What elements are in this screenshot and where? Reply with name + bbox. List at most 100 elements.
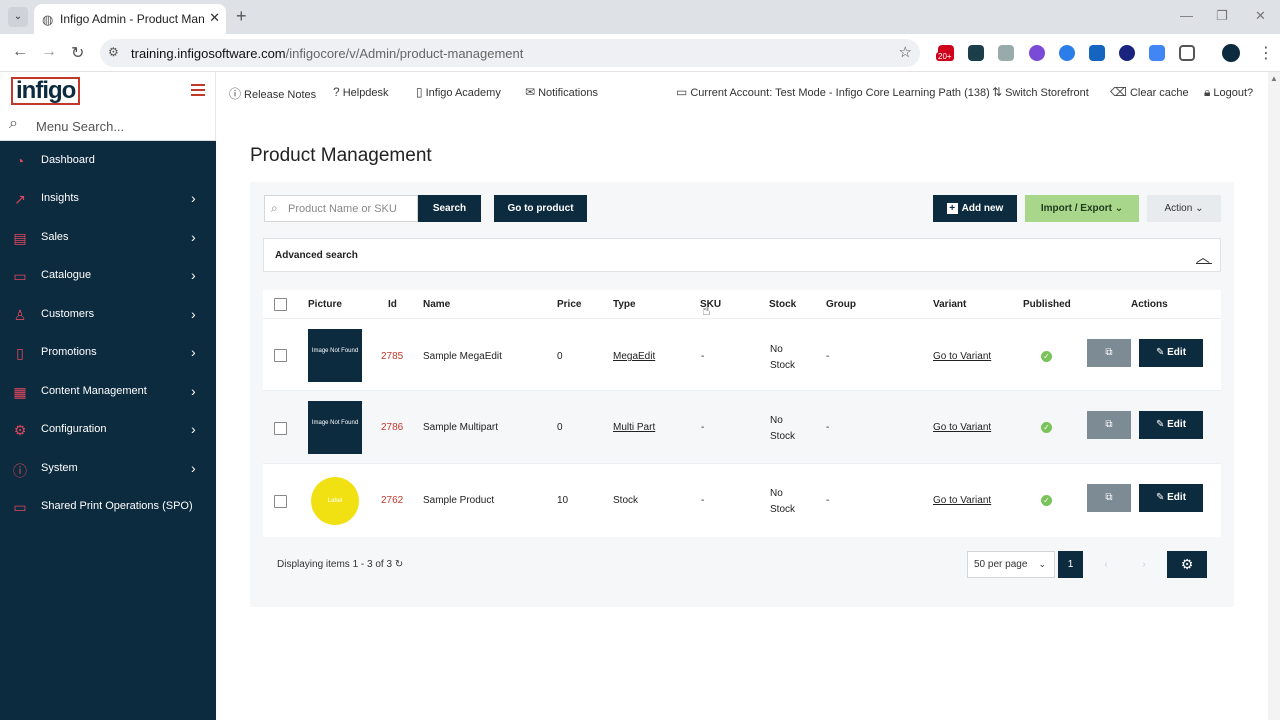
address-bar[interactable]: ⚙ training.infigosoftware.com/infigocore… — [100, 39, 920, 67]
external-link-button[interactable]: ⧉ — [1087, 411, 1131, 439]
logout-link[interactable]: 🔒︎ Logout? — [1204, 85, 1253, 100]
extension-icon[interactable] — [1029, 45, 1045, 61]
header-stock[interactable]: Stock — [769, 299, 796, 310]
product-sku: - — [701, 351, 705, 362]
sidebar-item-spo[interactable]: ▭ Shared Print Operations (SPO) — [0, 490, 216, 526]
product-thumbnail[interactable]: Image Not Found — [308, 401, 362, 454]
select-all-checkbox[interactable] — [274, 298, 287, 311]
sidebar-item-content-management[interactable]: ▦ Content Management › — [0, 375, 216, 411]
action-button[interactable]: Action ⌄ — [1147, 195, 1221, 222]
sidebar-item-dashboard[interactable]: ◔ Dashboard — [0, 144, 216, 180]
academy-link[interactable]: ▯ Infigo Academy — [416, 85, 501, 99]
current-account[interactable]: ▭ Current Account: Test Mode - Infigo Cor… — [676, 85, 990, 99]
refresh-icon[interactable]: ↻ — [395, 559, 403, 570]
extension-icon[interactable] — [1149, 45, 1165, 61]
helpdesk-link[interactable]: ? Helpdesk — [333, 85, 389, 99]
header-name[interactable]: Name — [423, 299, 450, 310]
browser-tab[interactable]: ◍ Infigo Admin - Product Management ✕ — [34, 4, 226, 34]
tab-search-button[interactable]: ⌄ — [8, 7, 28, 27]
scroll-up-icon[interactable]: ▲ — [1270, 74, 1278, 83]
product-thumbnail[interactable]: Image Not Found — [308, 329, 362, 382]
extensions-puzzle-icon[interactable] — [1179, 45, 1195, 61]
minimize-icon[interactable]: — — [1180, 8, 1193, 23]
extension-icon[interactable] — [1059, 45, 1075, 61]
reload-icon[interactable]: ↻ — [71, 43, 84, 63]
row-checkbox[interactable] — [274, 495, 287, 508]
sidebar-item-catalogue[interactable]: ▭ Catalogue › — [0, 259, 216, 295]
menu-search-input[interactable] — [36, 115, 206, 137]
notifications-link[interactable]: ✉ Notifications — [525, 85, 598, 99]
sidebar-item-system[interactable]: ⓘ System › — [0, 452, 216, 488]
hamburger-menu-icon[interactable] — [191, 84, 205, 96]
product-id[interactable]: 2786 — [381, 422, 403, 433]
site-info-icon[interactable]: ⚙ — [108, 45, 119, 59]
extension-icon[interactable] — [968, 45, 984, 61]
product-search-input[interactable] — [288, 199, 413, 218]
external-link-button[interactable]: ⧉ — [1087, 484, 1131, 512]
extension-icon[interactable] — [998, 45, 1014, 61]
bookmark-star-icon[interactable]: ☆ — [899, 43, 912, 61]
go-to-variant-link[interactable]: Go to Variant — [933, 422, 991, 433]
new-tab-button[interactable]: + — [236, 6, 247, 27]
gear-icon: ⚙ — [13, 422, 27, 438]
sidebar-item-insights[interactable]: ↗ Insights › — [0, 182, 216, 218]
product-thumbnail[interactable]: Label — [311, 477, 359, 525]
advanced-search-panel[interactable]: Advanced search ︿ — [263, 238, 1221, 272]
window-close-icon[interactable]: ✕ — [1255, 8, 1266, 24]
clear-cache-link[interactable]: ⌫ Clear cache — [1110, 85, 1189, 99]
product-name: Sample MegaEdit — [423, 351, 502, 362]
grid-settings-button[interactable]: ⚙ — [1167, 551, 1207, 578]
infigo-logo[interactable]: infigo — [11, 77, 81, 105]
per-page-select[interactable]: 50 per page ⌄ — [967, 551, 1055, 578]
sidebar-item-promotions[interactable]: ▯ Promotions › — [0, 336, 216, 372]
sidebar-item-sales[interactable]: ▤ Sales › — [0, 221, 216, 257]
external-link-button[interactable]: ⧉ — [1087, 339, 1131, 367]
extension-icon[interactable] — [1119, 45, 1135, 61]
search-button[interactable]: Search — [418, 195, 481, 222]
prev-page-button[interactable]: ‹ — [1090, 551, 1122, 578]
header-variant[interactable]: Variant — [933, 299, 966, 310]
product-type-link[interactable]: Multi Part — [613, 422, 655, 433]
product-id[interactable]: 2762 — [381, 495, 403, 506]
switch-storefront-link[interactable]: ⇅ Switch Storefront — [992, 85, 1089, 99]
close-tab-icon[interactable]: ✕ — [209, 10, 220, 26]
header-id[interactable]: Id — [388, 299, 397, 310]
sidebar-item-label: Sales — [41, 231, 69, 243]
header-type[interactable]: Type — [613, 299, 636, 310]
sidebar-item-configuration[interactable]: ⚙ Configuration › — [0, 413, 216, 449]
browser-menu-icon[interactable]: ⋮ — [1258, 43, 1274, 63]
row-checkbox[interactable] — [274, 422, 287, 435]
go-to-variant-link[interactable]: Go to Variant — [933, 495, 991, 506]
add-new-button[interactable]: + Add new — [933, 195, 1017, 222]
chevron-right-icon: › — [191, 267, 196, 283]
page-scrollbar[interactable]: ▲ — [1268, 72, 1280, 720]
folder-icon: ▭ — [13, 268, 27, 284]
product-type-link[interactable]: MegaEdit — [613, 351, 655, 362]
go-to-variant-link[interactable]: Go to Variant — [933, 351, 991, 362]
row-checkbox[interactable] — [274, 349, 287, 362]
header-group[interactable]: Group — [826, 299, 856, 310]
product-search: ⌕ — [264, 195, 418, 222]
product-id[interactable]: 2785 — [381, 351, 403, 362]
header-picture[interactable]: Picture — [308, 299, 342, 310]
maximize-icon[interactable]: ❐ — [1216, 8, 1228, 24]
header-price[interactable]: Price — [557, 299, 581, 310]
edit-button[interactable]: ✎ Edit — [1139, 484, 1203, 512]
page-1-button[interactable]: 1 — [1058, 551, 1083, 578]
profile-avatar[interactable] — [1222, 44, 1240, 62]
go-to-product-button[interactable]: Go to product — [494, 195, 587, 222]
eraser-icon: ⌫ — [1110, 85, 1127, 99]
chevron-up-icon[interactable]: ︿ — [1196, 247, 1212, 267]
header-published[interactable]: Published — [1023, 299, 1071, 310]
import-export-button[interactable]: Import / Export ⌄ — [1025, 195, 1139, 222]
release-notes-link[interactable]: ⓘ Release Notes — [229, 85, 316, 102]
question-icon: ? — [333, 85, 340, 99]
next-page-button[interactable]: › — [1128, 551, 1160, 578]
forward-icon[interactable]: → — [41, 43, 57, 61]
extension-icon[interactable] — [1089, 45, 1105, 61]
sidebar-item-customers[interactable]: ♙ Customers › — [0, 298, 216, 334]
back-icon[interactable]: ← — [12, 43, 28, 61]
edit-button[interactable]: ✎ Edit — [1139, 411, 1203, 439]
sidebar-item-label: Insights — [41, 192, 79, 204]
edit-button[interactable]: ✎ Edit — [1139, 339, 1203, 367]
